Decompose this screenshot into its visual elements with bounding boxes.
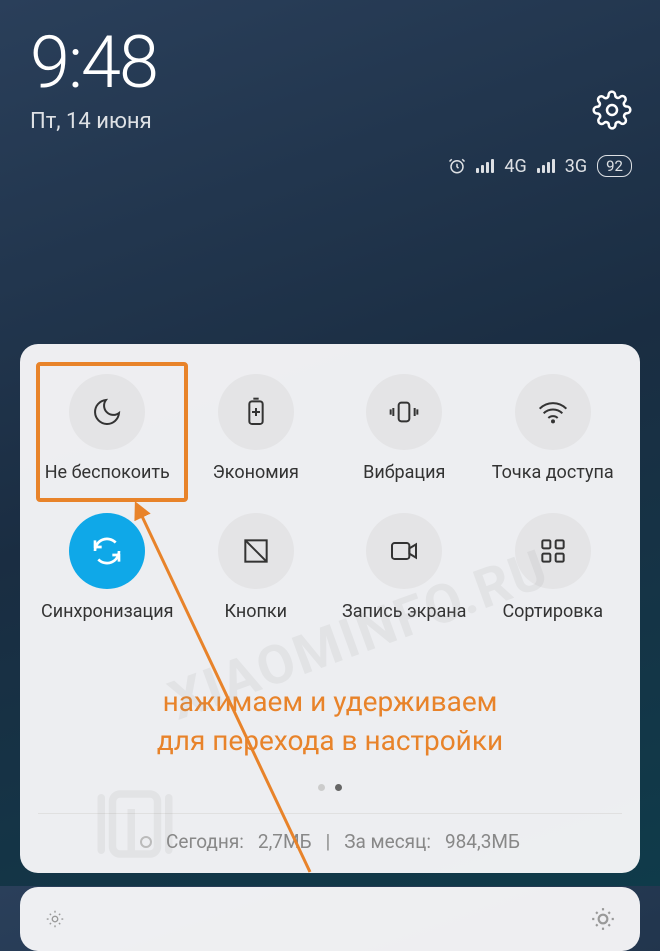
tile-label: Вибрация [363, 462, 445, 483]
tile-label: Запись экрана [342, 601, 466, 622]
tile-vibrate[interactable]: Вибрация [335, 374, 474, 483]
alarm-icon [448, 157, 466, 175]
tile-sync[interactable]: Синхронизация [38, 513, 177, 622]
tile-label: Точка доступа [492, 462, 614, 483]
status-indicators: 4G 3G 92 [448, 155, 632, 177]
hotspot-icon [515, 374, 591, 450]
page-indicator[interactable] [38, 784, 622, 791]
gear-icon [592, 90, 632, 130]
data-usage[interactable]: Сегодня: 2,7МБ | За месяц: 984,3МБ [38, 813, 622, 853]
annotation-text: нажимаем и удерживаем для перехода в нас… [38, 682, 622, 760]
signal-icon-1 [476, 159, 494, 173]
tile-label: Не беспокоить [45, 462, 170, 483]
tile-label: Синхронизация [41, 601, 173, 622]
moon-icon [69, 374, 145, 450]
record-icon [366, 513, 442, 589]
buttons-icon [218, 513, 294, 589]
network-label-2: 3G [565, 156, 587, 177]
battery-plus-icon [218, 374, 294, 450]
tile-hotspot[interactable]: Точка доступа [484, 374, 623, 483]
usage-icon [140, 836, 152, 848]
tile-grid[interactable]: Сортировка [484, 513, 623, 622]
tile-label: Экономия [213, 462, 299, 483]
page-dot [318, 784, 325, 791]
quick-settings-panel: XIAOMINFO.RU Не беспокоитьЭкономияВибрац… [20, 344, 640, 873]
clock-time: 9:48 [30, 20, 630, 105]
tile-battery-plus[interactable]: Экономия [187, 374, 326, 483]
tile-record[interactable]: Запись экрана [335, 513, 474, 622]
vibrate-icon [366, 374, 442, 450]
tile-label: Сортировка [502, 601, 603, 622]
brightness-low-icon [44, 908, 66, 930]
tile-buttons[interactable]: Кнопки [187, 513, 326, 622]
page-dot-active [335, 784, 342, 791]
brightness-slider[interactable] [20, 887, 640, 951]
battery-indicator: 92 [597, 155, 632, 177]
settings-button[interactable] [592, 90, 632, 134]
network-label-1: 4G [504, 156, 526, 177]
sync-icon [69, 513, 145, 589]
signal-icon-2 [537, 159, 555, 173]
tile-label: Кнопки [224, 601, 287, 622]
grid-icon [515, 513, 591, 589]
clock-date: Пт, 14 июня [30, 109, 630, 134]
tile-moon[interactable]: Не беспокоить [38, 374, 177, 483]
brightness-high-icon [590, 906, 616, 932]
